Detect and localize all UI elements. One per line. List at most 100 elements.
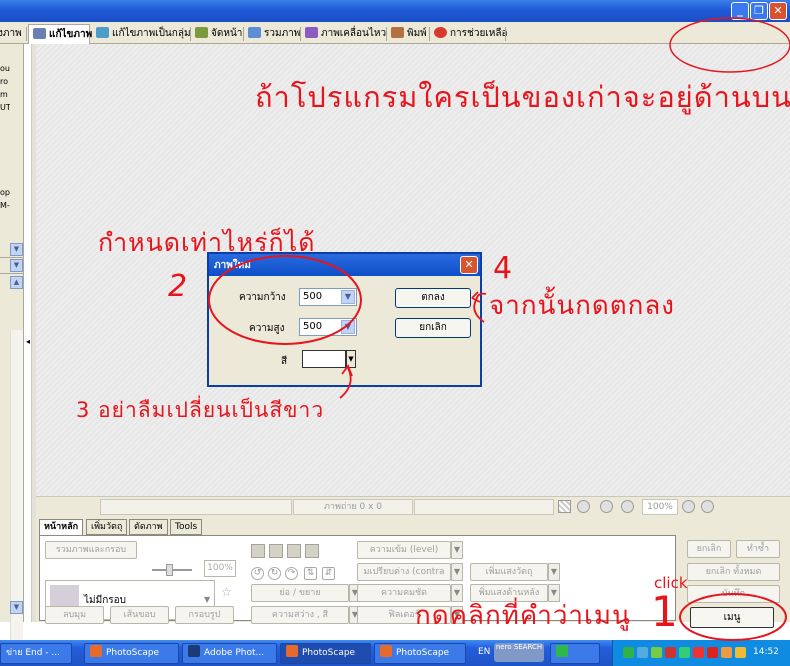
tab-label: งภาพ (0, 28, 22, 39)
taskbar-item[interactable]: PhotoScape (280, 643, 371, 664)
tab-help[interactable]: การช่วยเหลือ (430, 24, 507, 44)
taskbar-item[interactable]: ข่าย End - ... (0, 643, 72, 664)
contrast-button[interactable]: มเปรียบต่าง (contra (357, 563, 451, 581)
title-bar: _ ❐ ✕ (0, 0, 790, 22)
maximize-button[interactable]: ❐ (750, 2, 768, 20)
auto-color-icon[interactable] (287, 544, 301, 558)
tab-combine[interactable]: รวมภาพ (244, 24, 300, 44)
cancel-button[interactable]: ยกเลิก (395, 318, 471, 338)
minimize-button[interactable]: _ (731, 2, 749, 20)
chevron-down-icon[interactable]: ▼ (10, 243, 23, 256)
tab-crop[interactable]: ตัดภาพ (129, 519, 168, 535)
tab-animation[interactable]: ภาพเคลื่อนไหว (301, 24, 386, 44)
undo-all-button[interactable]: ยกเลิก ทั้งหมด (687, 563, 780, 581)
signal-icon[interactable] (637, 647, 648, 658)
acrobat-icon[interactable] (707, 647, 718, 658)
backlight-icon[interactable] (305, 544, 319, 558)
rotate-left-icon[interactable]: ↺ (251, 567, 264, 580)
photoshop-icon (188, 645, 200, 657)
tab-page[interactable]: จัดหน้า (191, 24, 242, 44)
chevron-down-icon[interactable]: ▼ (451, 563, 463, 581)
round-corner-button[interactable]: ลบมุม (45, 606, 104, 624)
annotation-step-3: 3 อย่าลืมเปลี่ยนเป็นสีขาว (76, 398, 325, 422)
search-go-button[interactable] (550, 643, 600, 664)
taskbar-item[interactable]: PhotoScape (374, 643, 466, 664)
redo-button[interactable]: ทำซ้ำ (736, 540, 780, 558)
file-list-text: op M- (0, 186, 10, 212)
close-button[interactable]: ✕ (769, 2, 787, 20)
nero-search-box[interactable]: nero SEARCH (494, 643, 544, 662)
photo-frame-button[interactable]: รวมภาพและกรอบ (45, 541, 137, 559)
tab-home[interactable]: หน้าหลัก (39, 519, 84, 536)
tab-print[interactable]: พิมพ์ (387, 24, 427, 44)
auto-contrast-icon[interactable] (269, 544, 283, 558)
tab-editor[interactable]: แก้ไขภาพ (28, 24, 92, 44)
menu-button[interactable]: เมนู (690, 607, 774, 628)
chevron-down-icon[interactable]: ▼ (346, 350, 356, 368)
flip-vertical-icon[interactable]: ⇵ (322, 567, 335, 580)
tab-batch-editor[interactable]: แก้ไขภาพเป็นกลุ่ม (92, 24, 191, 44)
actual-size-icon[interactable] (621, 500, 634, 513)
update-icon[interactable] (679, 647, 690, 658)
auto-level-icon[interactable] (251, 544, 265, 558)
scroll-down-icon[interactable]: ▼ (10, 601, 23, 614)
brightness-color-button[interactable]: ความสว่าง , สี (251, 606, 349, 624)
scrollbar-track[interactable] (10, 330, 23, 640)
app-icon[interactable] (735, 647, 746, 658)
flip-icon[interactable]: ⇅ (304, 567, 317, 580)
security-icon[interactable] (665, 647, 676, 658)
chevron-down-icon[interactable]: ▼ (548, 563, 560, 581)
height-label: ความสูง (249, 323, 285, 334)
width-value: 500 (303, 291, 323, 302)
annotation-click: click (654, 574, 688, 592)
dialog-close-button[interactable]: ✕ (460, 256, 478, 274)
network-icon[interactable] (623, 647, 634, 658)
height-select[interactable]: 500 ▼ (299, 318, 357, 336)
chevron-down-icon[interactable]: ▼ (341, 320, 355, 334)
border-button[interactable]: เส้นขอบ (110, 606, 169, 624)
antivirus-icon[interactable] (651, 647, 662, 658)
tab-tools[interactable]: Tools (170, 519, 203, 535)
zoom-out-icon[interactable] (701, 500, 714, 513)
print-icon (391, 27, 404, 38)
tab-photo[interactable]: งภาพ (0, 24, 22, 44)
color-swatch[interactable] (302, 350, 346, 368)
main-tab-bar: งภาพ แก้ไขภาพ แก้ไขภาพเป็นกลุ่ม จัดหน้า … (0, 22, 790, 44)
width-select[interactable]: 500 ▼ (299, 288, 357, 306)
taskbar-item[interactable]: Adobe Phot... (182, 643, 277, 664)
annotation-click-menu: กดคลิกที่คำว่าเมนู (415, 601, 631, 631)
scroll-up-icon[interactable]: ▲ (10, 276, 23, 289)
add-object-light-button[interactable]: เพิ่มแสงวัตถุ (470, 563, 548, 581)
zoom-level[interactable]: 100% (642, 499, 678, 515)
chevron-down-icon[interactable]: ▼ (341, 290, 355, 304)
star-icon[interactable]: ☆ (221, 585, 232, 599)
transparency-icon[interactable] (558, 500, 571, 513)
chevron-down-icon[interactable]: ▼ (204, 595, 210, 604)
level-button[interactable]: ความเข้ม (level) (357, 541, 451, 559)
rotate-right-icon[interactable]: ↻ (268, 567, 281, 580)
chevron-down-icon[interactable]: ▼ (10, 259, 23, 272)
frame-line-button[interactable]: กรอบรูป (175, 606, 234, 624)
taskbar-item[interactable]: PhotoScape (84, 643, 179, 664)
chevron-down-icon[interactable]: ▼ (451, 541, 463, 559)
resize-button[interactable]: ย่อ / ขยาย (251, 584, 349, 602)
save-button[interactable]: บันทึก (687, 585, 780, 603)
annotation-step-2: 2 (168, 269, 188, 304)
ok-button[interactable]: ตกลง (395, 288, 471, 308)
frame-slider-thumb[interactable] (166, 564, 173, 576)
annotation-any-size: กำหนดเท่าไหร่ก็ได้ (98, 228, 316, 257)
error-icon[interactable] (693, 647, 704, 658)
frame-percent[interactable]: 100% (204, 560, 236, 577)
collapse-arrow-icon[interactable]: ◂ (26, 337, 30, 346)
app-icon[interactable] (721, 647, 732, 658)
photoscape-icon (380, 645, 392, 657)
fit-icon[interactable] (577, 500, 590, 513)
redo-icon[interactable]: ↷ (285, 567, 298, 580)
tab-object[interactable]: เพิ่มวัตถุ (86, 519, 128, 535)
zoom-fit-icon[interactable] (600, 500, 613, 513)
file-list-text: ou ro m UT (0, 62, 10, 114)
zoom-in-icon[interactable] (682, 500, 695, 513)
language-indicator[interactable]: EN (478, 647, 490, 657)
undo-button[interactable]: ยกเลิก (687, 540, 731, 558)
file-text-fragment: ou (0, 64, 10, 73)
